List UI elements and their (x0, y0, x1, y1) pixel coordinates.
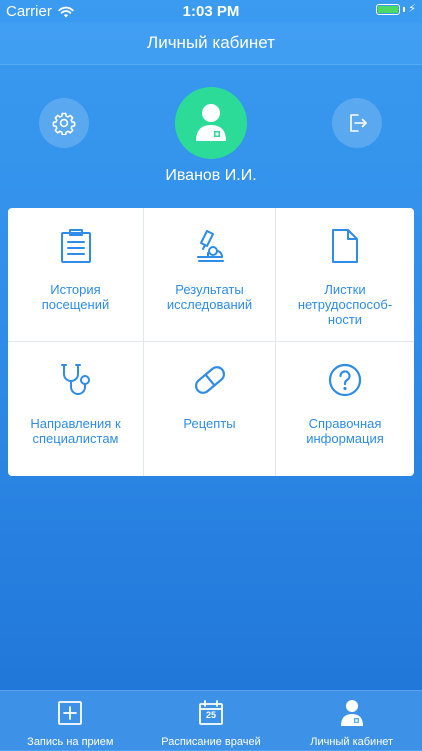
battery-icon (376, 4, 401, 15)
logout-button[interactable] (332, 98, 382, 148)
tab-appointment[interactable]: Запись на прием (0, 691, 141, 751)
menu-grid: История посещений Результаты исследовани… (8, 208, 414, 476)
prescriptions-tile[interactable]: Рецепты (144, 342, 276, 476)
settings-button[interactable] (39, 98, 89, 148)
tab-personal-account-label: Личный кабинет (310, 736, 394, 748)
status-bar: Carrier 1:03 PM ⚡ (0, 0, 422, 22)
battery-tip (403, 7, 406, 12)
reference-info-tile[interactable]: Справочная информация (276, 342, 414, 476)
referrals-tile[interactable]: Направления к специалистам (8, 342, 144, 476)
plus-square-icon (58, 701, 83, 725)
sick-leave-label: Листки нетрудоспособ- ности (297, 282, 393, 327)
gear-icon (52, 112, 76, 135)
tab-doctor-schedule[interactable]: 25 Расписание врачей (141, 691, 282, 751)
user-icon (340, 700, 363, 726)
stethoscope-icon (60, 364, 90, 395)
research-results-tile[interactable]: Результаты исследований (144, 208, 276, 342)
pill-icon (194, 366, 225, 394)
nav-title: Личный кабинет (147, 33, 275, 52)
research-results-label: Результаты исследований (166, 282, 253, 312)
sick-leave-tile[interactable]: Листки нетрудоспособ- ности (276, 208, 414, 342)
logout-icon (350, 114, 367, 132)
microscope-icon (196, 230, 224, 262)
tab-bar: Запись на прием 25 Расписание врачей Лич… (0, 690, 422, 751)
avatar[interactable] (175, 87, 247, 159)
calendar-day-label: 25 (205, 710, 216, 720)
user-name: Иванов И.И. (165, 167, 257, 184)
referrals-label: Направления к специалистам (30, 416, 121, 446)
tab-doctor-schedule-label: Расписание врачей (161, 736, 261, 748)
status-time: 1:03 PM (182, 3, 240, 20)
battery-fill (378, 6, 399, 13)
charging-icon: ⚡ (408, 3, 416, 15)
doctor-user-icon (196, 104, 226, 141)
visit-history-tile[interactable]: История посещений (8, 208, 144, 342)
status-right: ⚡ (376, 4, 416, 15)
nav-bar: Личный кабинет (0, 22, 422, 65)
question-circle-icon (328, 363, 362, 397)
file-icon (332, 229, 358, 263)
prescriptions-label: Рецепты (183, 416, 236, 431)
tab-appointment-label: Запись на прием (27, 736, 114, 748)
reference-info-label: Справочная информация (306, 416, 384, 446)
visit-history-label: История посещений (41, 282, 110, 312)
document-list-icon (60, 229, 91, 263)
tab-personal-account[interactable]: Личный кабинет (281, 691, 422, 751)
